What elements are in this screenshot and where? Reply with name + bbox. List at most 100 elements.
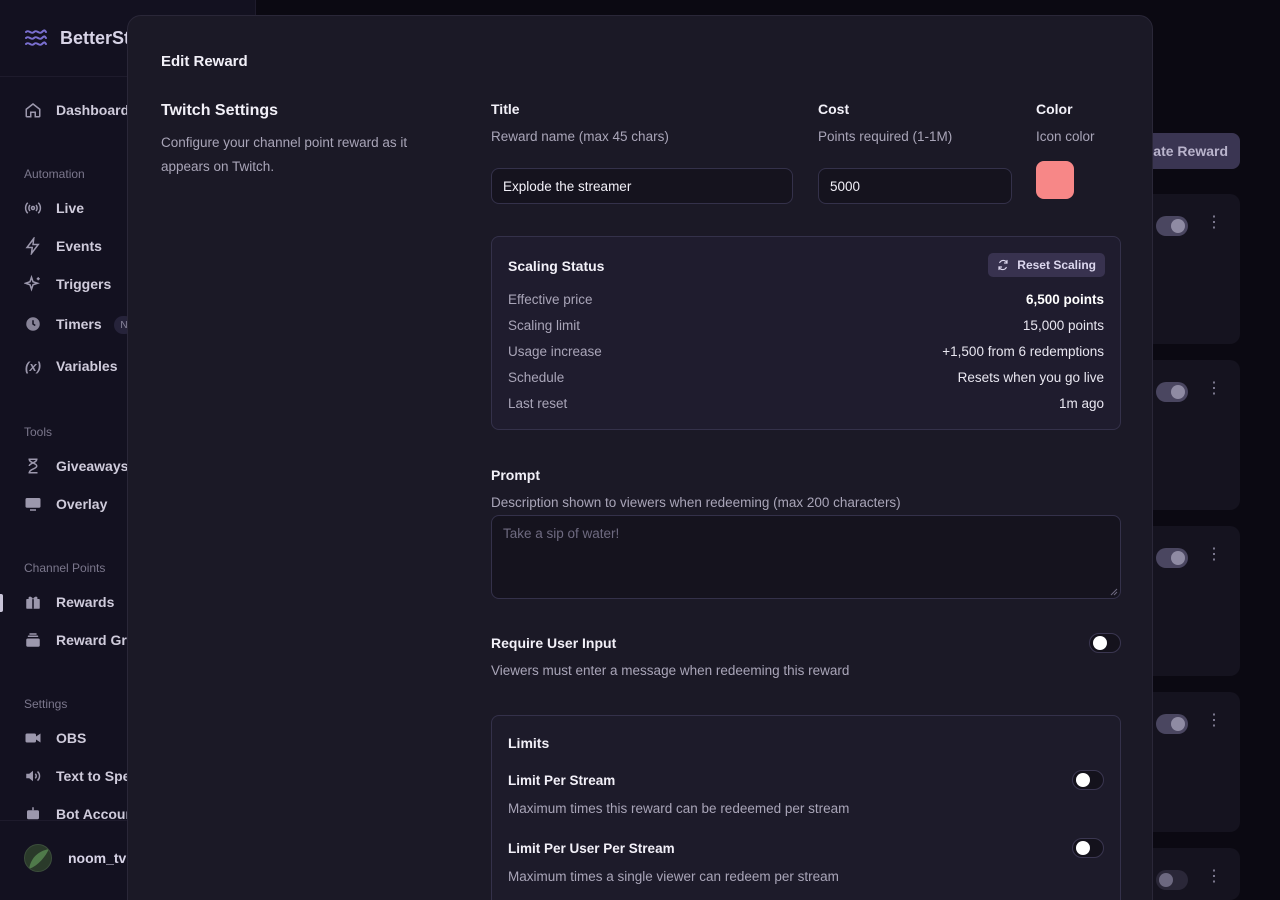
more-vertical-icon[interactable]: ⋮ — [1206, 215, 1222, 231]
brand[interactable]: BetterSt — [24, 26, 130, 50]
reward-card[interactable] — [1140, 526, 1240, 676]
sidebar-item-reward-groups[interactable]: Reward Gro — [24, 631, 135, 649]
sidebar-item-events[interactable]: Events — [24, 237, 102, 255]
cost-input[interactable]: 5000 — [818, 168, 1012, 204]
cost-label: Cost — [818, 101, 850, 117]
hourglass-icon — [24, 457, 42, 475]
variable-icon: (x) — [25, 358, 41, 374]
reward-toggle[interactable] — [1156, 382, 1188, 402]
section-tools: Tools — [24, 425, 53, 439]
title-hint: Reward name (max 45 chars) — [491, 129, 669, 144]
limit-per-stream-toggle[interactable] — [1072, 770, 1104, 790]
reset-scaling-label: Reset Scaling — [1017, 258, 1096, 272]
home-icon — [24, 101, 42, 119]
sidebar-item-label: Overlay — [56, 496, 108, 512]
video-camera-icon — [24, 729, 42, 747]
username: noom_tv — [68, 850, 127, 866]
sidebar-item-label: OBS — [56, 730, 87, 746]
layers-icon — [24, 631, 42, 649]
reward-card[interactable] — [1140, 360, 1240, 510]
color-hint: Icon color — [1036, 129, 1095, 144]
sidebar-item-label: Giveaways — [56, 458, 129, 474]
sidebar-item-label: Live — [56, 200, 85, 216]
reward-card[interactable] — [1140, 194, 1240, 344]
broadcast-icon — [24, 199, 42, 217]
color-label: Color — [1036, 101, 1073, 117]
reward-toggle[interactable] — [1156, 870, 1188, 890]
sidebar-item-dashboard[interactable]: Dashboard — [24, 101, 129, 119]
more-vertical-icon[interactable]: ⋮ — [1206, 547, 1222, 563]
gift-icon — [24, 593, 42, 611]
scaling-key: Scaling limit — [508, 318, 581, 333]
limit-per-user-toggle[interactable] — [1072, 838, 1104, 858]
reward-toggle[interactable] — [1156, 714, 1188, 734]
scaling-row: Scaling limit 15,000 points — [508, 318, 1104, 333]
reward-card[interactable] — [1140, 692, 1240, 832]
scaling-title: Scaling Status — [508, 258, 605, 274]
color-swatch[interactable] — [1036, 161, 1074, 199]
more-vertical-icon[interactable]: ⋮ — [1206, 713, 1222, 729]
sidebar-item-label: Text to Spe — [56, 768, 131, 784]
reset-scaling-button[interactable]: Reset Scaling — [988, 253, 1105, 277]
more-vertical-icon[interactable]: ⋮ — [1206, 381, 1222, 397]
limit-per-stream-label: Limit Per Stream — [508, 773, 616, 788]
require-input-toggle[interactable] — [1089, 633, 1121, 653]
scaling-value: 1m ago — [1058, 396, 1104, 411]
avatar — [24, 844, 52, 872]
scaling-value: Resets when you go live — [957, 370, 1104, 385]
scaling-key: Schedule — [508, 370, 565, 385]
limits-title: Limits — [508, 735, 550, 751]
sparkles-icon — [24, 275, 42, 293]
reward-card[interactable] — [1140, 848, 1240, 900]
sidebar-item-variables[interactable]: (x) Variables — [24, 357, 118, 375]
edit-reward-modal: Edit Reward Twitch Settings Configure yo… — [127, 15, 1153, 900]
sidebar-item-label: Variables — [56, 358, 118, 374]
brand-name: BetterSt — [60, 27, 131, 48]
monitor-icon — [24, 495, 42, 513]
sidebar-item-live[interactable]: Live — [24, 199, 84, 217]
scaling-key: Usage increase — [508, 344, 602, 359]
scaling-value: +1,500 from 6 redemptions — [942, 344, 1104, 359]
scaling-row: Schedule Resets when you go live — [508, 370, 1104, 385]
sidebar-item-timers[interactable]: Timers — [24, 315, 102, 333]
prompt-label: Prompt — [491, 467, 540, 483]
active-indicator — [0, 594, 3, 612]
lightning-icon — [24, 237, 42, 255]
modal-title: Edit Reward — [161, 53, 248, 70]
section-description: Configure your channel point reward as i… — [161, 135, 408, 174]
sidebar-item-rewards[interactable]: Rewards — [24, 593, 114, 611]
prompt-hint: Description shown to viewers when redeem… — [491, 495, 901, 510]
scaling-value: 15,000 points — [1022, 318, 1104, 333]
scaling-value: 6,500 points — [1025, 292, 1104, 307]
user-profile[interactable]: noom_tv — [24, 844, 126, 872]
sidebar-item-triggers[interactable]: Triggers — [24, 275, 111, 293]
sidebar-item-giveaways[interactable]: Giveaways — [24, 457, 128, 475]
scaling-row: Effective price 6,500 points — [508, 292, 1104, 307]
clock-icon — [24, 315, 42, 333]
reward-toggle[interactable] — [1156, 548, 1188, 568]
waves-logo-icon — [25, 29, 47, 46]
sidebar-item-obs[interactable]: OBS — [24, 729, 86, 747]
sidebar-item-label: Reward Gro — [56, 632, 136, 648]
sidebar-item-tts[interactable]: Text to Spe — [24, 767, 130, 785]
title-input[interactable]: Explode the streamer — [491, 168, 793, 204]
scaling-status-panel: Scaling Status Reset Scaling Effective p… — [491, 236, 1121, 430]
prompt-placeholder: Take a sip of water! — [503, 526, 620, 541]
require-input-label: Require User Input — [491, 635, 617, 651]
leaf-avatar-icon — [29, 849, 49, 869]
sidebar-item-label: Timers — [56, 316, 102, 332]
require-input-hint: Viewers must enter a message when redeem… — [491, 663, 850, 678]
sidebar-item-label: Events — [56, 238, 102, 254]
resize-handle-icon[interactable] — [1110, 588, 1118, 596]
limit-per-user-label: Limit Per User Per Stream — [508, 841, 675, 856]
section-title: Twitch Settings — [161, 102, 279, 119]
scaling-row: Usage increase +1,500 from 6 redemptions — [508, 344, 1104, 359]
prompt-textarea[interactable]: Take a sip of water! — [491, 515, 1121, 599]
scaling-key: Effective price — [508, 292, 593, 307]
reward-toggle[interactable] — [1156, 216, 1188, 236]
scaling-row: Last reset 1m ago — [508, 396, 1104, 411]
sidebar-item-overlay[interactable]: Overlay — [24, 495, 107, 513]
title-label: Title — [491, 101, 520, 117]
more-vertical-icon[interactable]: ⋮ — [1206, 869, 1222, 885]
cost-hint: Points required (1-1M) — [818, 129, 953, 144]
